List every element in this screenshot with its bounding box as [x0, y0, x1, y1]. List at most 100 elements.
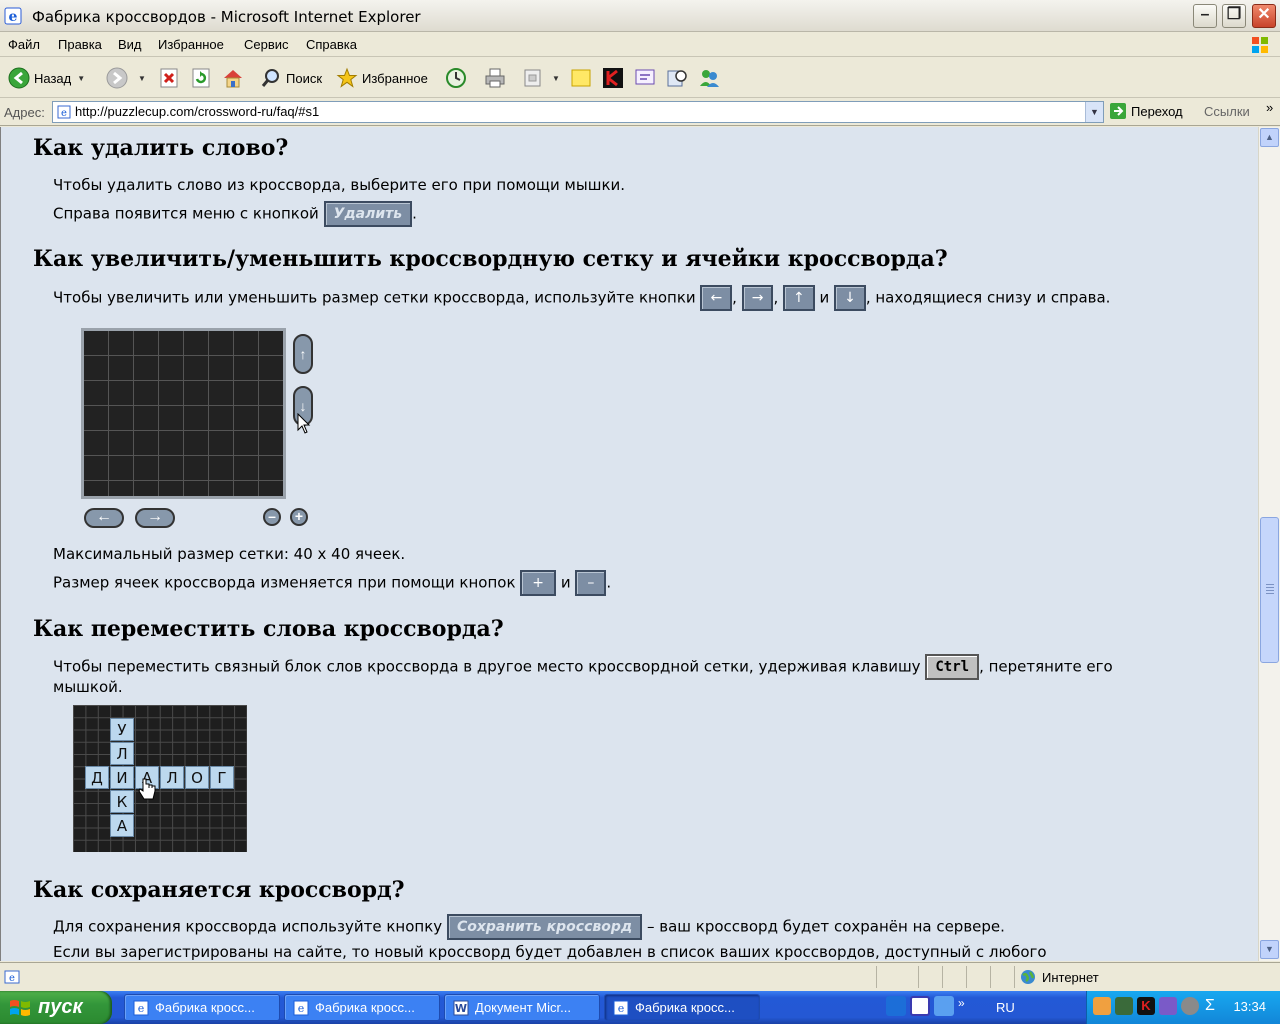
svg-text:e: e [9, 973, 15, 984]
move-drag-text: , перетяните его [979, 657, 1113, 676]
toolbar: Назад ▼ ▼ Поиск Избранное ▼ [0, 58, 1280, 98]
edit-button[interactable]: ▼ [522, 66, 560, 90]
zone-label: Интернет [1042, 969, 1099, 985]
scroll-down-arrow-icon[interactable]: ▼ [1260, 940, 1279, 959]
crossword-cell: У [110, 718, 134, 741]
links-chevron-icon[interactable]: » [1266, 100, 1273, 115]
menu-edit[interactable]: Правка [58, 37, 102, 52]
go-button[interactable]: Переход [1110, 103, 1183, 119]
status-separator [1014, 966, 1015, 988]
menu-view[interactable]: Вид [118, 37, 142, 52]
close-button[interactable]: ✕ [1252, 4, 1276, 28]
ie-tray-icon-2[interactable] [934, 996, 954, 1016]
svg-text:e: e [618, 1002, 625, 1015]
start-label: пуск [38, 996, 83, 1018]
language-indicator[interactable]: RU [996, 1000, 1015, 1015]
menu-tools[interactable]: Сервис [244, 37, 289, 52]
taskbar-item-ie-1[interactable]: e Фабрика кросс... [124, 994, 280, 1021]
status-separator [876, 966, 877, 988]
refresh-button[interactable] [190, 66, 216, 90]
registered-user-text: Если вы зарегистрированы на сайте, то но… [53, 943, 1047, 961]
history-button[interactable] [445, 66, 471, 90]
back-label: Назад [34, 70, 72, 86]
svg-text:e: e [61, 108, 67, 119]
crossword-cell: К [110, 790, 134, 813]
taskbar-item-word[interactable]: W Документ Micr... [444, 994, 600, 1021]
search-button[interactable]: Поиск [260, 66, 322, 90]
star-icon [336, 67, 358, 88]
minimize-button[interactable]: – [1193, 4, 1217, 28]
scroll-up-arrow-icon[interactable]: ▲ [1260, 128, 1279, 147]
status-separator [918, 966, 919, 988]
grid-right-button-illustration: → [135, 508, 175, 528]
taskbar-item-label: Фабрика кросс... [315, 1000, 415, 1015]
grid-up-button-illustration: ↑ [293, 334, 313, 374]
windows-flag-icon [10, 999, 30, 1016]
menu-favorites[interactable]: Избранное [158, 37, 224, 52]
title-bar: e Фабрика кроссвордов - Microsoft Intern… [0, 0, 1280, 32]
tray-settings-icon[interactable] [1181, 997, 1199, 1015]
start-button[interactable]: пуск [0, 991, 112, 1024]
tray-chevron-icon[interactable]: » [958, 996, 970, 1016]
search-label: Поиск [286, 70, 323, 86]
tray-sum-icon[interactable]: Σ [1201, 997, 1219, 1015]
address-input[interactable]: e http://puzzlecup.com/crossword-ru/faq/… [52, 101, 1104, 123]
vertical-scrollbar[interactable]: ▲ ▼ [1258, 127, 1280, 961]
notes-button[interactable] [570, 66, 596, 90]
messenger-button[interactable] [634, 66, 660, 90]
clock: 13:34 [1233, 999, 1266, 1014]
maximize-button[interactable]: ❐ [1222, 4, 1246, 28]
print-button[interactable] [484, 66, 510, 90]
ie-tray-icon[interactable] [886, 996, 906, 1016]
delete-menu-line: Справа появится меню с кнопкой Удалить. [53, 201, 417, 227]
tray-display-icon[interactable] [1159, 997, 1177, 1015]
scroll-thumb[interactable] [1260, 517, 1279, 663]
ie-icon: e [4, 7, 22, 25]
stop-button[interactable] [158, 66, 184, 90]
crossword-cell: И [110, 766, 134, 789]
research-button[interactable] [666, 66, 692, 90]
crossword-cell: Л [110, 742, 134, 765]
forward-button[interactable]: ▼ [106, 66, 146, 90]
svg-text:e: e [298, 1002, 305, 1015]
tray-app-icon[interactable] [1093, 997, 1111, 1015]
back-dropdown-icon[interactable]: ▼ [77, 74, 85, 83]
ie-icon: e [293, 1000, 309, 1015]
taskbar-item-label: Документ Micr... [475, 1000, 571, 1015]
window-title: Фабрика кроссвордов - Microsoft Internet… [32, 8, 421, 26]
address-dropdown-icon[interactable]: ▼ [1085, 102, 1103, 122]
menu-file[interactable]: Файл [8, 37, 40, 52]
address-bar: Адрес: e http://puzzlecup.com/crossword-… [0, 99, 1280, 126]
delete-instructions: Чтобы удалить слово из кроссворда, выбер… [53, 176, 626, 194]
address-url: http://puzzlecup.com/crossword-ru/faq/#s… [75, 104, 320, 119]
note-icon [571, 69, 591, 87]
kaspersky-tray-icon[interactable]: K [1137, 997, 1155, 1015]
taskbar: пуск e Фабрика кросс... e Фабрика кросс.… [0, 991, 1280, 1024]
delete-button-sample: Удалить [323, 201, 413, 227]
move-instructions-cont: мышкой. [53, 678, 123, 696]
home-button[interactable] [222, 66, 248, 90]
favorites-button[interactable]: Избранное [336, 66, 428, 90]
arrow-left-sample: ← [700, 285, 733, 311]
links-button[interactable]: Ссылки [1204, 104, 1250, 119]
forward-dropdown-icon[interactable]: ▼ [138, 74, 146, 83]
yandex-tray-icon[interactable] [910, 996, 930, 1016]
taskbar-item-ie-2[interactable]: e Фабрика кросс... [284, 994, 440, 1021]
history-icon [446, 68, 466, 88]
tray-network-icon[interactable] [1115, 997, 1133, 1015]
arrow-up-sample: ↑ [783, 285, 815, 311]
kaspersky-button[interactable] [602, 66, 628, 90]
filled-crossword-grid-illustration: У Л Д И А Л О Г К А [73, 705, 247, 852]
security-zone: Интернет [1020, 969, 1099, 985]
quick-launch-tray: » [886, 996, 970, 1016]
cell-size-and: и [560, 573, 571, 592]
taskbar-item-ie-active[interactable]: e Фабрика кросс... [604, 994, 760, 1021]
max-size-text: Максимальный размер сетки: 40 x 40 ячеек… [53, 545, 406, 563]
edit-dropdown-icon[interactable]: ▼ [552, 74, 560, 83]
svg-text:e: e [138, 1002, 145, 1015]
contacts-button[interactable] [698, 66, 724, 90]
menu-help[interactable]: Справка [306, 37, 357, 52]
back-button[interactable]: Назад ▼ [8, 66, 85, 90]
printer-icon [485, 68, 505, 88]
kaspersky-icon [603, 68, 623, 88]
